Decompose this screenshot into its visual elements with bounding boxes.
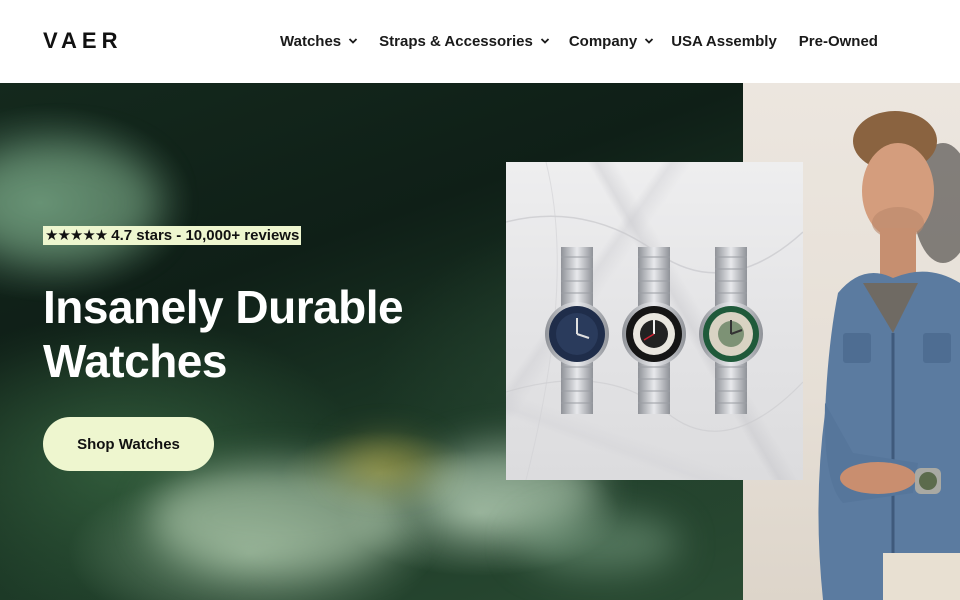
nav-item-label: Company <box>568 32 638 50</box>
hero-headline: Insanely Durable Watches <box>43 280 483 388</box>
watches-illustration <box>506 162 803 480</box>
rating-text: 4.7 stars - 10,000+ reviews <box>111 227 300 244</box>
chevron-down-icon <box>349 38 358 44</box>
main-nav: Watches Straps & Accessories Company USA… <box>280 30 878 52</box>
watch-black-bezel <box>622 247 686 414</box>
nav-item-watches[interactable]: Watches <box>280 33 358 50</box>
star-rating-icons: ★★★★★ <box>45 227 108 244</box>
chevron-down-icon <box>540 38 549 44</box>
chevron-down-icon <box>645 38 654 44</box>
nav-item-pre-owned[interactable]: Pre-Owned <box>799 33 878 50</box>
nav-item-label: Watches <box>280 32 342 50</box>
shop-watches-button[interactable]: Shop Watches <box>43 417 214 471</box>
nav-item-straps-accessories[interactable]: Straps & Accessories <box>379 33 550 50</box>
nav-item-label: USA Assembly <box>671 32 777 50</box>
hero-headline-line-2: Watches <box>43 335 227 387</box>
site-header: VAER Watches Straps & Accessories Compan… <box>0 0 960 83</box>
hero-headline-line-1: Insanely Durable <box>43 281 404 333</box>
watch-blue-dial <box>545 247 609 414</box>
nav-item-usa-assembly[interactable]: USA Assembly <box>671 33 777 50</box>
nav-item-label: Straps & Accessories <box>379 32 533 50</box>
hero-section: ★★★★★ 4.7 stars - 10,000+ reviews Insane… <box>0 83 960 600</box>
brand-logo[interactable]: VAER <box>43 29 123 53</box>
nav-item-company[interactable]: Company <box>569 33 654 50</box>
product-image-watches-on-marble[interactable] <box>506 162 803 480</box>
rating-badge: ★★★★★ 4.7 stars - 10,000+ reviews <box>43 226 302 245</box>
nav-item-label: Pre-Owned <box>798 32 878 50</box>
